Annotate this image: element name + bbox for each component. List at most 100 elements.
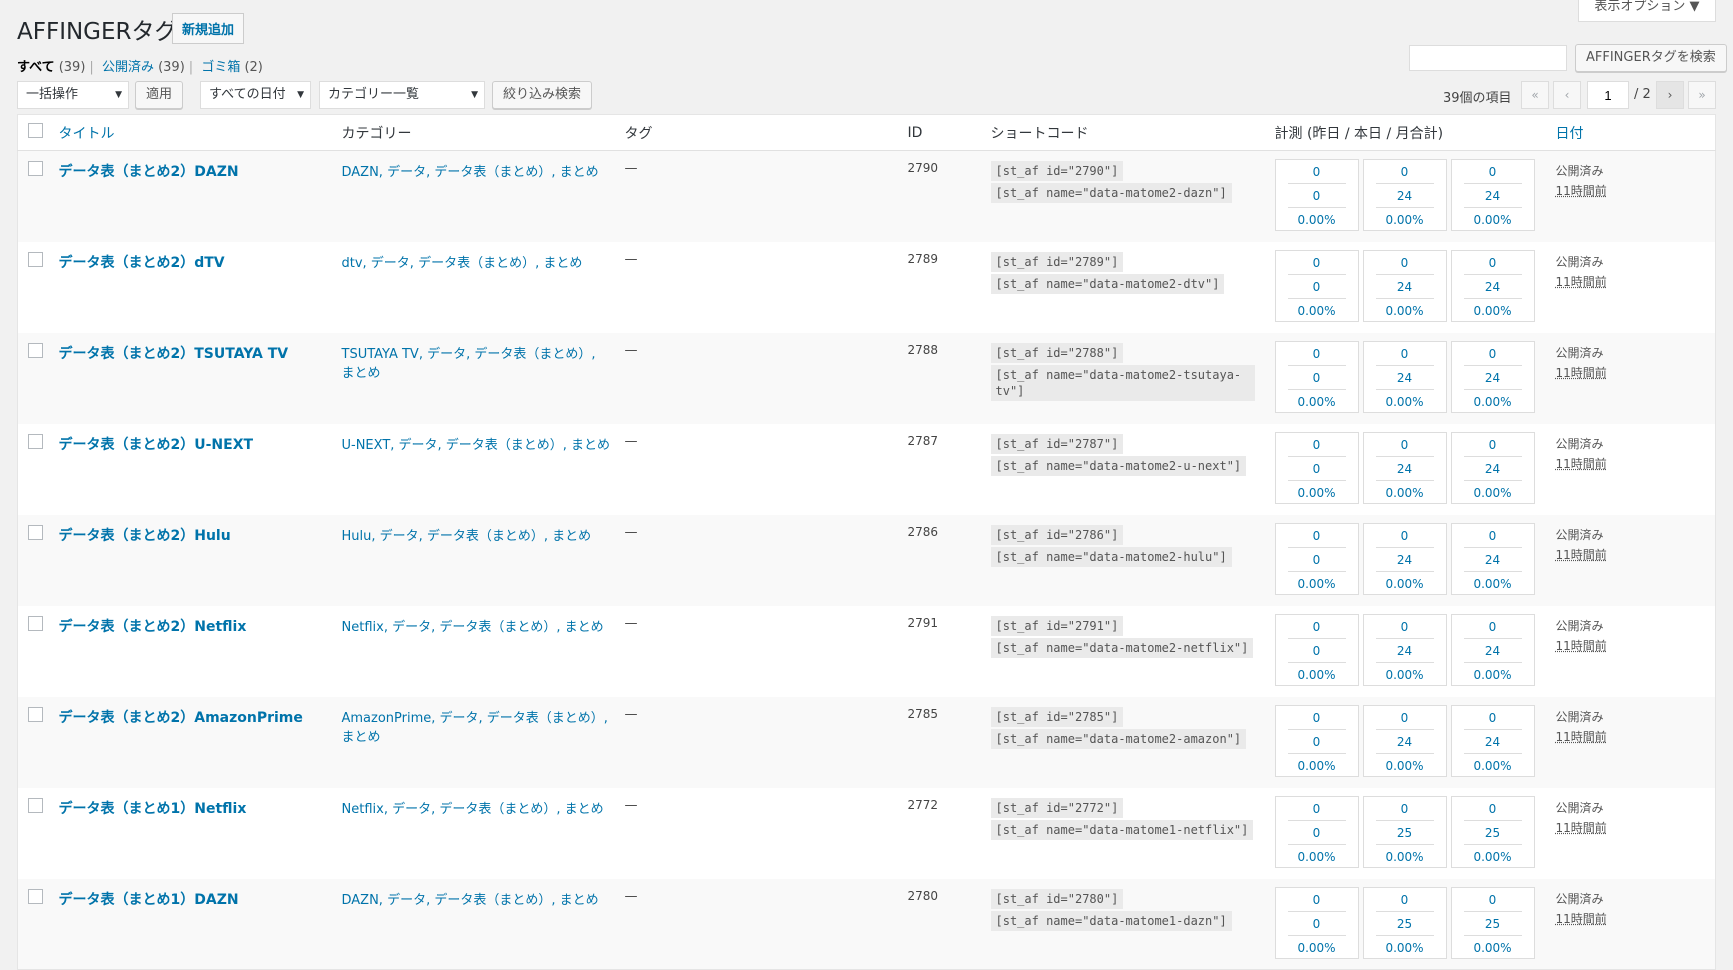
metric-value: 24: [1375, 548, 1434, 572]
post-title-link[interactable]: データ表（まとめ1）DAZN: [59, 892, 239, 908]
post-title-link[interactable]: データ表（まとめ2）Netflix: [59, 619, 247, 635]
metric-box: 0 24 0.00%: [1450, 704, 1535, 777]
dropdown-arrow-icon: ▼: [115, 90, 122, 100]
view-published-link[interactable]: 公開済み: [102, 60, 154, 75]
shortcode-id: [st_af id="2785"]: [990, 706, 1124, 727]
post-id: 2772: [907, 797, 939, 812]
row-checkbox[interactable]: [28, 706, 43, 722]
metric-value: 0: [1375, 615, 1434, 639]
current-page-input[interactable]: [1587, 81, 1629, 109]
row-checkbox[interactable]: [28, 161, 43, 176]
metric-value: 0.00%: [1385, 394, 1424, 409]
filter-button[interactable]: 絞り込み検索: [492, 81, 593, 109]
select-all-checkbox[interactable]: [28, 123, 43, 138]
metric-value: 0: [1375, 888, 1434, 912]
table-header: タイトル カテゴリー タグ ID ショートコード 計測 (昨日 / 本日 / 月…: [17, 114, 1716, 151]
row-checkbox[interactable]: [28, 342, 43, 358]
metric-box: 0 24 0.00%: [1362, 159, 1447, 231]
metric-value: 0: [1287, 639, 1346, 663]
bulk-action-select[interactable]: 一括操作 ▼: [17, 81, 129, 109]
metric-value: 0: [1287, 797, 1346, 821]
post-status: 公開済み: [1555, 891, 1604, 906]
category-links[interactable]: Netflix, データ, データ表（まとめ）, まとめ: [342, 620, 604, 635]
metric-box: 0 24 0.00%: [1450, 159, 1535, 231]
items-count: 39個の項目: [1443, 91, 1512, 106]
post-title-link[interactable]: データ表（まとめ2）AmazonPrime: [59, 710, 303, 726]
posts-table: タイトル カテゴリー タグ ID ショートコード 計測 (昨日 / 本日 / 月…: [17, 114, 1716, 970]
row-checkbox[interactable]: [28, 524, 43, 540]
category-links[interactable]: DAZN, データ, データ表（まとめ）, まとめ: [342, 893, 599, 908]
shortcode-name: [st_af name="data-matome2-dtv"]: [990, 273, 1225, 294]
metric-value: 24: [1463, 639, 1522, 663]
published-count: (39): [158, 60, 185, 75]
post-title-link[interactable]: データ表（まとめ2）DAZN: [59, 164, 239, 180]
view-all-link[interactable]: すべて: [17, 60, 55, 75]
shortcode-name: [st_af name="data-matome2-u-next"]: [990, 455, 1247, 476]
post-time: 11時間前: [1555, 456, 1607, 471]
metric-value: 0.00%: [1385, 485, 1424, 500]
add-new-button[interactable]: 新規追加: [172, 13, 245, 44]
metric-value: 0.00%: [1473, 485, 1512, 500]
prev-page-button[interactable]: ‹: [1553, 81, 1581, 109]
post-time: 11時間前: [1555, 729, 1607, 744]
metric-value: 0: [1287, 615, 1346, 639]
last-page-button[interactable]: »: [1688, 81, 1716, 109]
date-filter-select[interactable]: すべての日付 ▼: [200, 81, 311, 109]
post-id: 2789: [907, 251, 939, 266]
post-id: 2785: [907, 696, 991, 788]
category-links[interactable]: Netflix, データ, データ表（まとめ）, まとめ: [342, 802, 604, 817]
post-title-link[interactable]: データ表（まとめ2）Hulu: [59, 528, 231, 544]
next-page-button[interactable]: ›: [1656, 81, 1684, 109]
category-links[interactable]: TSUTAYA TV, データ, データ表（まとめ）, まとめ: [342, 347, 596, 381]
row-checkbox[interactable]: [28, 433, 43, 449]
row-checkbox[interactable]: [28, 251, 43, 267]
post-status: 公開済み: [1555, 800, 1604, 815]
post-title-link[interactable]: データ表（まとめ2）dTV: [59, 255, 225, 271]
category-links[interactable]: AmazonPrime, データ, データ表（まとめ）, まとめ: [342, 711, 608, 745]
row-checkbox[interactable]: [28, 615, 43, 631]
category-links[interactable]: dtv, データ, データ表（まとめ）, まとめ: [342, 256, 583, 271]
table-row: データ表（まとめ2）TSUTAYA TV TSUTAYA TV, データ, デー…: [17, 332, 1716, 424]
metric-value: 0: [1287, 888, 1346, 912]
metric-value: 24: [1375, 639, 1434, 663]
metric-value: 0: [1375, 433, 1434, 457]
category-links[interactable]: Hulu, データ, データ表（まとめ）, まとめ: [342, 529, 592, 544]
metric-value: 24: [1375, 730, 1434, 754]
post-id: 2787: [907, 433, 939, 448]
metric-value: 0.00%: [1297, 213, 1336, 227]
column-date[interactable]: 日付: [1556, 126, 1584, 142]
post-title-link[interactable]: データ表（まとめ2）U-NEXT: [59, 437, 254, 453]
metric-box: 0 25 0.00%: [1362, 795, 1447, 868]
metric-box: 0 24 0.00%: [1450, 522, 1535, 595]
total-pages: / 2: [1634, 87, 1651, 102]
search-input[interactable]: [1409, 45, 1567, 71]
column-tag: タグ: [624, 114, 908, 151]
metric-box: 0 24 0.00%: [1362, 340, 1447, 413]
search-button[interactable]: AFFINGERタグを検索: [1575, 44, 1727, 72]
date-filter-value: すべての日付: [209, 87, 286, 102]
post-title-link[interactable]: データ表（まとめ1）Netflix: [59, 801, 247, 817]
metric-box: 0 24 0.00%: [1362, 249, 1447, 322]
column-title[interactable]: タイトル: [59, 126, 115, 142]
category-filter-select[interactable]: カテゴリー一覧 ▼: [319, 81, 485, 109]
post-id: 2786: [907, 514, 991, 606]
first-page-button[interactable]: «: [1521, 81, 1549, 109]
category-links[interactable]: U-NEXT, データ, データ表（まとめ）, まとめ: [342, 438, 611, 453]
row-checkbox[interactable]: [28, 797, 43, 813]
view-filters: すべて (39) | 公開済み (39) | ゴミ箱 (2): [17, 60, 263, 75]
row-checkbox[interactable]: [28, 888, 43, 904]
category-links[interactable]: DAZN, データ, データ表（まとめ）, まとめ: [342, 165, 599, 180]
metric-value: 0: [1287, 433, 1346, 457]
metric-value: 24: [1463, 730, 1522, 754]
shortcode-name: [st_af name="data-matome2-tsutaya-tv"]: [990, 364, 1255, 401]
metric-box: 0 24 0.00%: [1450, 613, 1535, 686]
all-count: (39): [58, 60, 86, 75]
apply-button[interactable]: 適用: [135, 81, 184, 109]
dropdown-arrow-icon: ▼: [297, 90, 304, 100]
shortcode-id: [st_af id="2780"]: [990, 888, 1124, 909]
metric-box: 0 0 0.00%: [1274, 340, 1359, 413]
screen-options-button[interactable]: 表示オプション ▼: [1578, 0, 1716, 22]
post-title-link[interactable]: データ表（まとめ2）TSUTAYA TV: [59, 346, 289, 362]
metric-box: 0 0 0.00%: [1274, 886, 1359, 959]
view-trash-link[interactable]: ゴミ箱: [201, 60, 240, 75]
